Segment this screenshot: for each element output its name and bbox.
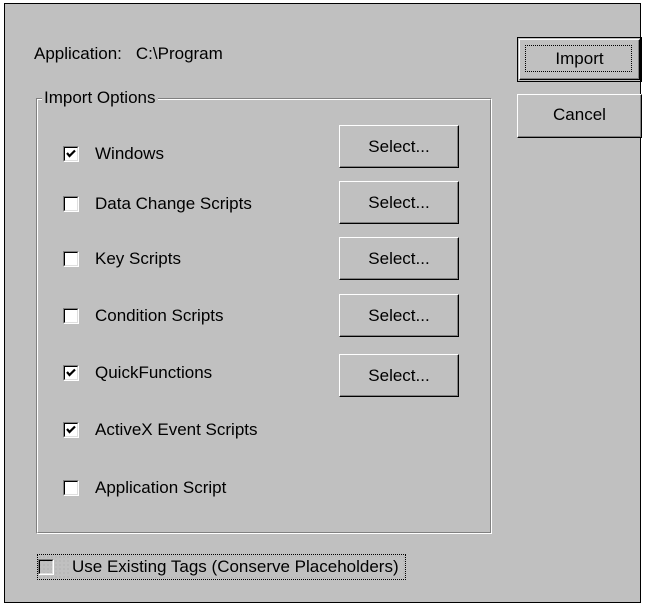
option-label: Application Script <box>95 478 227 497</box>
application-path: C:\Program <box>135 44 223 63</box>
select-windows-button[interactable]: Select... <box>339 125 459 168</box>
option-label: Condition Scripts <box>95 306 224 325</box>
select-data-change-scripts-button[interactable]: Select... <box>339 181 459 224</box>
condition-scripts-checkbox[interactable] <box>63 308 79 324</box>
option-quickfunctions[interactable]: QuickFunctions <box>63 361 212 385</box>
option-label: QuickFunctions <box>95 363 213 382</box>
button-label: Select... <box>368 366 430 385</box>
select-quickfunctions-button[interactable]: Select... <box>339 354 459 397</box>
windows-checkbox[interactable] <box>63 146 79 162</box>
application-label: Application: <box>34 44 122 63</box>
checkmark-icon <box>66 425 76 434</box>
button-label: Select... <box>368 137 430 156</box>
use-existing-tags-option[interactable]: Use Existing Tags (Conserve Placeholders… <box>37 554 406 580</box>
import-options-label: Import Options <box>42 88 158 108</box>
option-application-script[interactable]: Application Script <box>63 476 226 500</box>
option-label: ActiveX Event Scripts <box>95 420 258 439</box>
quickfunctions-checkbox[interactable] <box>63 365 79 381</box>
button-label: Select... <box>368 193 430 212</box>
option-label: Data Change Scripts <box>95 194 252 213</box>
application-script-checkbox[interactable] <box>63 480 79 496</box>
application-row: Application: C:\Program <box>34 44 223 64</box>
activex-event-scripts-checkbox[interactable] <box>63 422 79 438</box>
button-label: Select... <box>368 306 430 325</box>
import-dialog: Application: C:\Program Import Options Wi… <box>4 3 642 603</box>
cancel-button[interactable]: Cancel <box>517 94 642 138</box>
option-label: Windows <box>95 144 164 163</box>
option-condition-scripts[interactable]: Condition Scripts <box>63 304 224 328</box>
checkmark-icon <box>66 368 76 377</box>
button-label: Cancel <box>553 105 606 124</box>
option-label: Use Existing Tags (Conserve Placeholders… <box>70 557 401 577</box>
checkmark-icon <box>66 149 76 158</box>
button-label: Import <box>555 49 604 68</box>
option-windows[interactable]: Windows <box>63 142 164 166</box>
data-change-scripts-checkbox[interactable] <box>63 196 79 212</box>
import-button[interactable]: Import <box>519 39 640 80</box>
option-key-scripts[interactable]: Key Scripts <box>63 247 181 271</box>
select-condition-scripts-button[interactable]: Select... <box>339 294 459 337</box>
option-data-change-scripts[interactable]: Data Change Scripts <box>63 192 252 216</box>
button-label: Select... <box>368 249 430 268</box>
option-activex-event-scripts[interactable]: ActiveX Event Scripts <box>63 418 258 442</box>
key-scripts-checkbox[interactable] <box>63 251 79 267</box>
option-label: Key Scripts <box>95 249 181 268</box>
use-existing-tags-checkbox[interactable] <box>38 559 54 575</box>
select-key-scripts-button[interactable]: Select... <box>339 237 459 280</box>
